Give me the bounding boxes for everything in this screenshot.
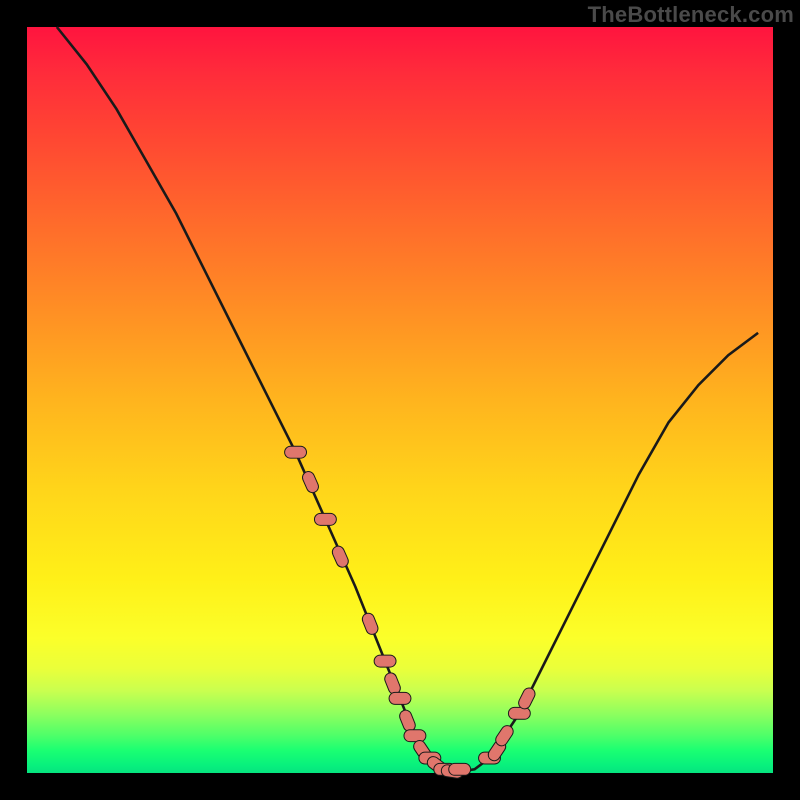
- chart-frame: TheBottleneck.com: [0, 0, 800, 800]
- highlight-marker: [361, 611, 380, 636]
- highlight-marker: [301, 470, 321, 495]
- highlight-marker: [374, 655, 396, 667]
- bottleneck-curve: [57, 27, 758, 772]
- highlight-marker: [508, 707, 530, 719]
- highlight-marker: [389, 692, 411, 704]
- highlight-marker: [449, 763, 471, 775]
- highlight-marker: [404, 730, 426, 742]
- highlight-marker: [330, 544, 350, 569]
- highlight-marker: [314, 513, 336, 525]
- curve-svg: [27, 27, 773, 773]
- plot-area: [25, 25, 775, 775]
- highlight-marker: [285, 446, 307, 458]
- highlight-markers-group: [285, 446, 537, 779]
